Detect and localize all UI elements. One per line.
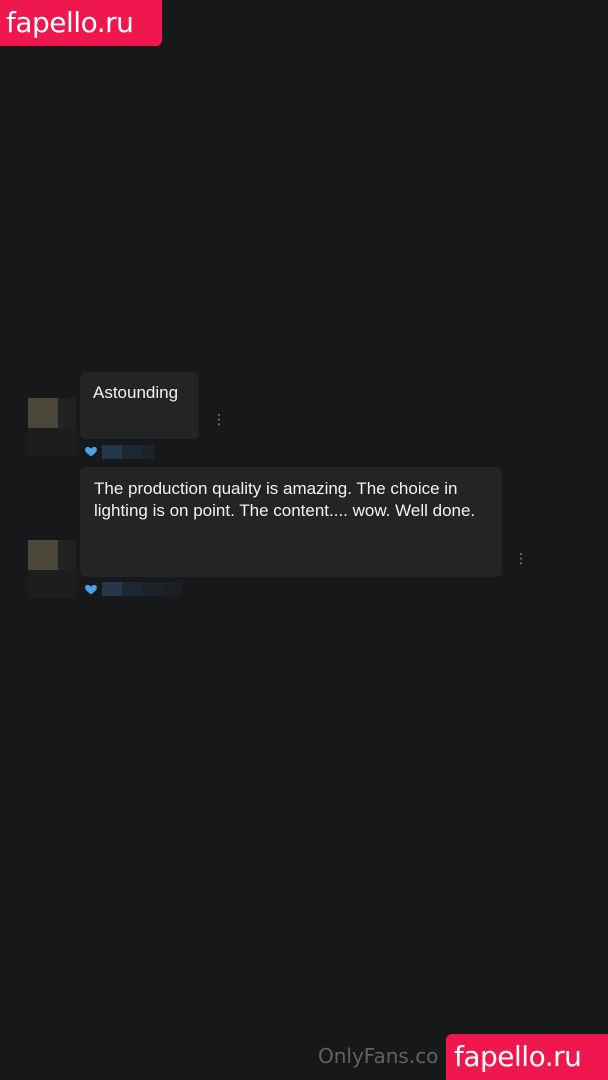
avatar[interactable] [28,398,76,456]
comment-text: Astounding [93,383,179,402]
heart-icon[interactable] [84,444,98,458]
watermark-top: fapello.ru [0,0,162,46]
footer-url: OnlyFans.co [318,1044,439,1068]
commenter-name-blurred[interactable] [102,445,154,459]
comment-bubble: The production quality is amazing. The c… [80,467,502,577]
more-vertical-icon[interactable]: ⋮ [514,550,528,566]
commenter-name-blurred[interactable] [102,582,182,596]
comment-text: The production quality is amazing. The c… [94,479,476,520]
heart-icon[interactable] [84,582,98,596]
watermark-bottom: fapello.ru [446,1034,608,1080]
more-vertical-icon[interactable]: ⋮ [212,411,226,427]
comment-bubble: Astounding [80,372,199,439]
avatar[interactable] [28,540,76,598]
